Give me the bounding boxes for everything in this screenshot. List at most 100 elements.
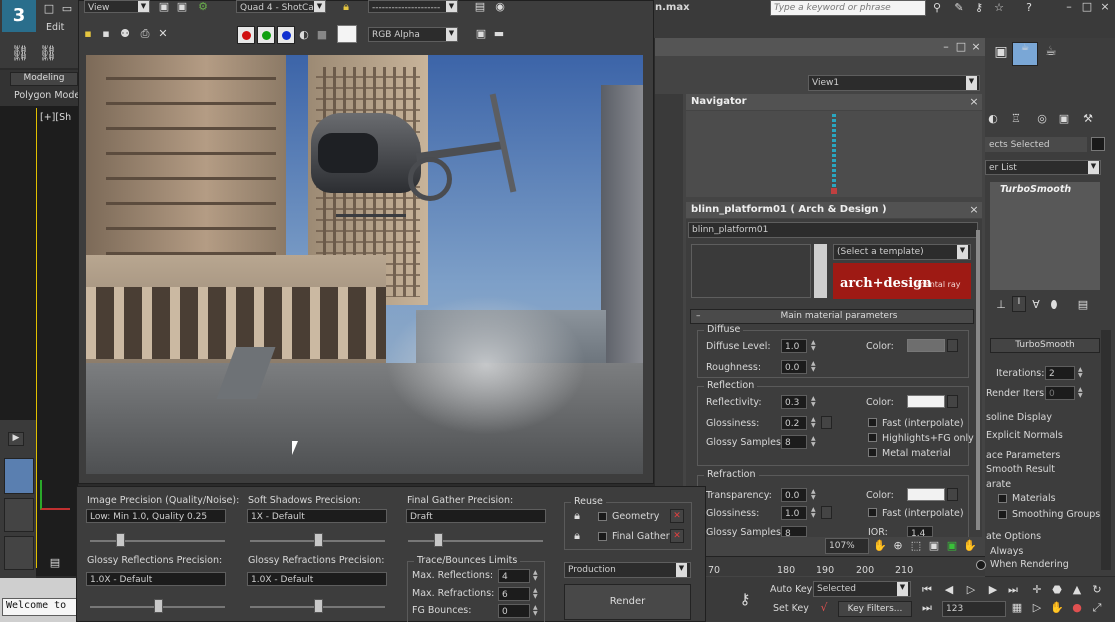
material-close-icon[interactable]: × bbox=[968, 203, 980, 216]
help-icon[interactable]: ? bbox=[1020, 1, 1038, 14]
environment-icon[interactable]: ▤ bbox=[474, 0, 486, 13]
unlink-icon[interactable]: ⛓ bbox=[38, 44, 58, 62]
material-scrollbar[interactable] bbox=[976, 230, 980, 530]
zoom-field[interactable]: 107% bbox=[825, 538, 869, 554]
camera-icon[interactable]: ▣ bbox=[992, 44, 1010, 60]
reflection-color-map-button[interactable] bbox=[947, 395, 958, 408]
script-listener-icon[interactable]: ▤ bbox=[46, 556, 64, 569]
glossy-refractions-slider[interactable] bbox=[250, 599, 385, 613]
modifier-stack[interactable] bbox=[990, 182, 1100, 290]
diffuse-color-swatch[interactable] bbox=[907, 339, 945, 352]
tab-modeling[interactable]: Modeling bbox=[10, 72, 78, 86]
soft-shadows-knob[interactable] bbox=[314, 533, 323, 547]
reflection-glossiness-map-button[interactable] bbox=[821, 416, 832, 429]
transparency-spinner[interactable]: ▲ ▼ bbox=[811, 489, 819, 501]
rendered-image[interactable] bbox=[86, 55, 643, 474]
binoculars-icon[interactable]: ⚲ bbox=[930, 1, 944, 14]
display-tab-icon[interactable]: ▣ bbox=[1056, 112, 1072, 125]
always-radio-label[interactable]: Always bbox=[990, 546, 1023, 557]
iterations-field[interactable]: 2 bbox=[1045, 366, 1075, 380]
key-mode-icon[interactable]: ⏭ bbox=[920, 601, 934, 615]
edit-menu-label[interactable]: Edit bbox=[46, 22, 64, 33]
zoom-selected-icon[interactable]: ▣ bbox=[945, 539, 959, 552]
main-params-rollout[interactable]: – Main material parameters bbox=[690, 309, 974, 324]
reflection-glossiness-field[interactable]: 0.2 bbox=[781, 416, 807, 430]
tab-polygon-modeling[interactable]: Polygon Model bbox=[14, 90, 83, 101]
metal-material-checkbox[interactable] bbox=[868, 448, 877, 457]
maximize-viewport-icon[interactable]: ⤢ bbox=[1090, 601, 1104, 615]
layout-split-button[interactable] bbox=[4, 498, 34, 532]
next-frame-icon[interactable]: ▶ bbox=[986, 583, 1000, 596]
modifier-list-dropdown[interactable]: er List bbox=[985, 160, 1101, 175]
lock-geometry-icon[interactable]: 🔒︎ bbox=[570, 509, 584, 523]
render-mode-dropdown[interactable]: Production bbox=[564, 562, 691, 578]
reflection-fast-checkbox[interactable] bbox=[868, 418, 877, 427]
channel-dropdown-arrow-icon[interactable]: ▼ bbox=[446, 28, 457, 41]
reflectivity-field[interactable]: 0.3 bbox=[781, 395, 807, 409]
orbit-icon[interactable]: ✛ bbox=[1030, 583, 1044, 596]
reflectivity-spinner[interactable]: ▲ ▼ bbox=[811, 396, 819, 408]
selected-dropdown-arrow-icon[interactable]: ▼ bbox=[897, 582, 908, 596]
fg-bounces-spinner[interactable]: ▲ ▼ bbox=[533, 605, 541, 617]
final-gather-slider[interactable] bbox=[408, 533, 543, 547]
refraction-fast-checkbox[interactable] bbox=[868, 508, 877, 517]
key-icon[interactable]: ⚷ bbox=[972, 1, 986, 14]
me-maximize-icon[interactable]: □ bbox=[955, 40, 967, 53]
fg-bounces-field[interactable]: 0 bbox=[498, 604, 530, 618]
viewport-dropdown-arrow-icon[interactable]: ▼ bbox=[314, 1, 325, 12]
clear-image-icon[interactable]: ✕ bbox=[156, 27, 170, 40]
reuse-geometry-checkbox[interactable] bbox=[598, 512, 607, 521]
refraction-color-swatch[interactable] bbox=[907, 488, 945, 501]
preset-dropdown-arrow-icon[interactable]: ▼ bbox=[446, 1, 457, 12]
hand-pan-icon[interactable]: ✋ bbox=[1050, 601, 1064, 614]
glossy-reflections-knob[interactable] bbox=[154, 599, 163, 613]
toggle-ui-icon[interactable]: ▬ bbox=[492, 27, 506, 40]
edit-region-icon[interactable]: ▣ bbox=[158, 0, 170, 13]
display-channel-dropdown[interactable]: RGB Alpha bbox=[368, 27, 458, 42]
clear-final-gather-button[interactable]: ✕ bbox=[670, 529, 684, 543]
refraction-glossiness-field[interactable]: 1.0 bbox=[781, 506, 807, 520]
render-setup-icon[interactable]: ⚙ bbox=[196, 0, 210, 13]
transparency-field[interactable]: 0.0 bbox=[781, 488, 807, 502]
diffuse-level-field[interactable]: 1.0 bbox=[781, 339, 807, 353]
set-key-button[interactable]: Set Key bbox=[773, 603, 809, 614]
dolly-icon[interactable]: ▷ bbox=[1030, 601, 1044, 614]
me-close-icon[interactable]: × bbox=[970, 40, 982, 53]
view-dropdown-arrow-icon[interactable]: ▼ bbox=[966, 76, 977, 90]
modifier-list-arrow-icon[interactable]: ▼ bbox=[1088, 161, 1099, 174]
arc-rotate-icon[interactable]: ↻ bbox=[1090, 583, 1104, 596]
copy-image-icon[interactable]: ▪ bbox=[100, 27, 112, 40]
utilities-tab-icon[interactable]: ⚒ bbox=[1080, 112, 1096, 125]
isoline-display-label[interactable]: soline Display bbox=[986, 412, 1052, 423]
show-end-result-button[interactable]: I bbox=[1012, 296, 1026, 312]
lock-viewport-icon[interactable]: 🔒︎ bbox=[340, 0, 352, 14]
green-channel-button[interactable] bbox=[257, 26, 275, 44]
smooth-result-label[interactable]: Smooth Result bbox=[986, 464, 1055, 475]
layout-single-button[interactable] bbox=[4, 458, 34, 494]
layout-quad-button[interactable] bbox=[4, 536, 34, 570]
fov-icon[interactable]: ▲ bbox=[1070, 583, 1084, 596]
max-refractions-spinner[interactable]: ▲ ▼ bbox=[533, 588, 541, 600]
open-file-icon[interactable]: ▭ bbox=[60, 2, 74, 16]
stack-item-turbosmooth[interactable]: TurboSmooth bbox=[1000, 184, 1071, 195]
play-button[interactable]: ▶ bbox=[8, 432, 24, 446]
reuse-final-gather-checkbox[interactable] bbox=[598, 532, 607, 541]
auto-key-button[interactable]: Auto Key bbox=[770, 584, 812, 595]
pan-view-icon[interactable]: ✋ bbox=[963, 539, 977, 552]
template-dropdown[interactable]: (Select a template) bbox=[833, 244, 971, 260]
arc-rotate-sub-icon[interactable]: ● bbox=[1070, 601, 1084, 614]
image-precision-slider[interactable] bbox=[90, 533, 225, 547]
lock-final-gather-icon[interactable]: 🔒︎ bbox=[570, 529, 584, 543]
max-refractions-field[interactable]: 6 bbox=[498, 587, 530, 601]
render-iters-spinner[interactable]: ▲ ▼ bbox=[1078, 387, 1086, 399]
maximize-icon[interactable]: □ bbox=[1080, 0, 1094, 13]
reflection-glossiness-spinner[interactable]: ▲ ▼ bbox=[811, 417, 819, 429]
reflection-color-swatch[interactable] bbox=[907, 395, 945, 408]
template-dropdown-arrow-icon[interactable]: ▼ bbox=[957, 245, 968, 259]
background-color-swatch[interactable] bbox=[337, 25, 357, 43]
render-button[interactable]: Render bbox=[564, 584, 691, 620]
prev-frame-icon[interactable]: ◀ bbox=[942, 583, 956, 596]
max-reflections-spinner[interactable]: ▲ ▼ bbox=[533, 570, 541, 582]
viewport-label[interactable]: [+][Sh bbox=[40, 112, 71, 123]
soft-shadows-slider[interactable] bbox=[250, 533, 385, 547]
